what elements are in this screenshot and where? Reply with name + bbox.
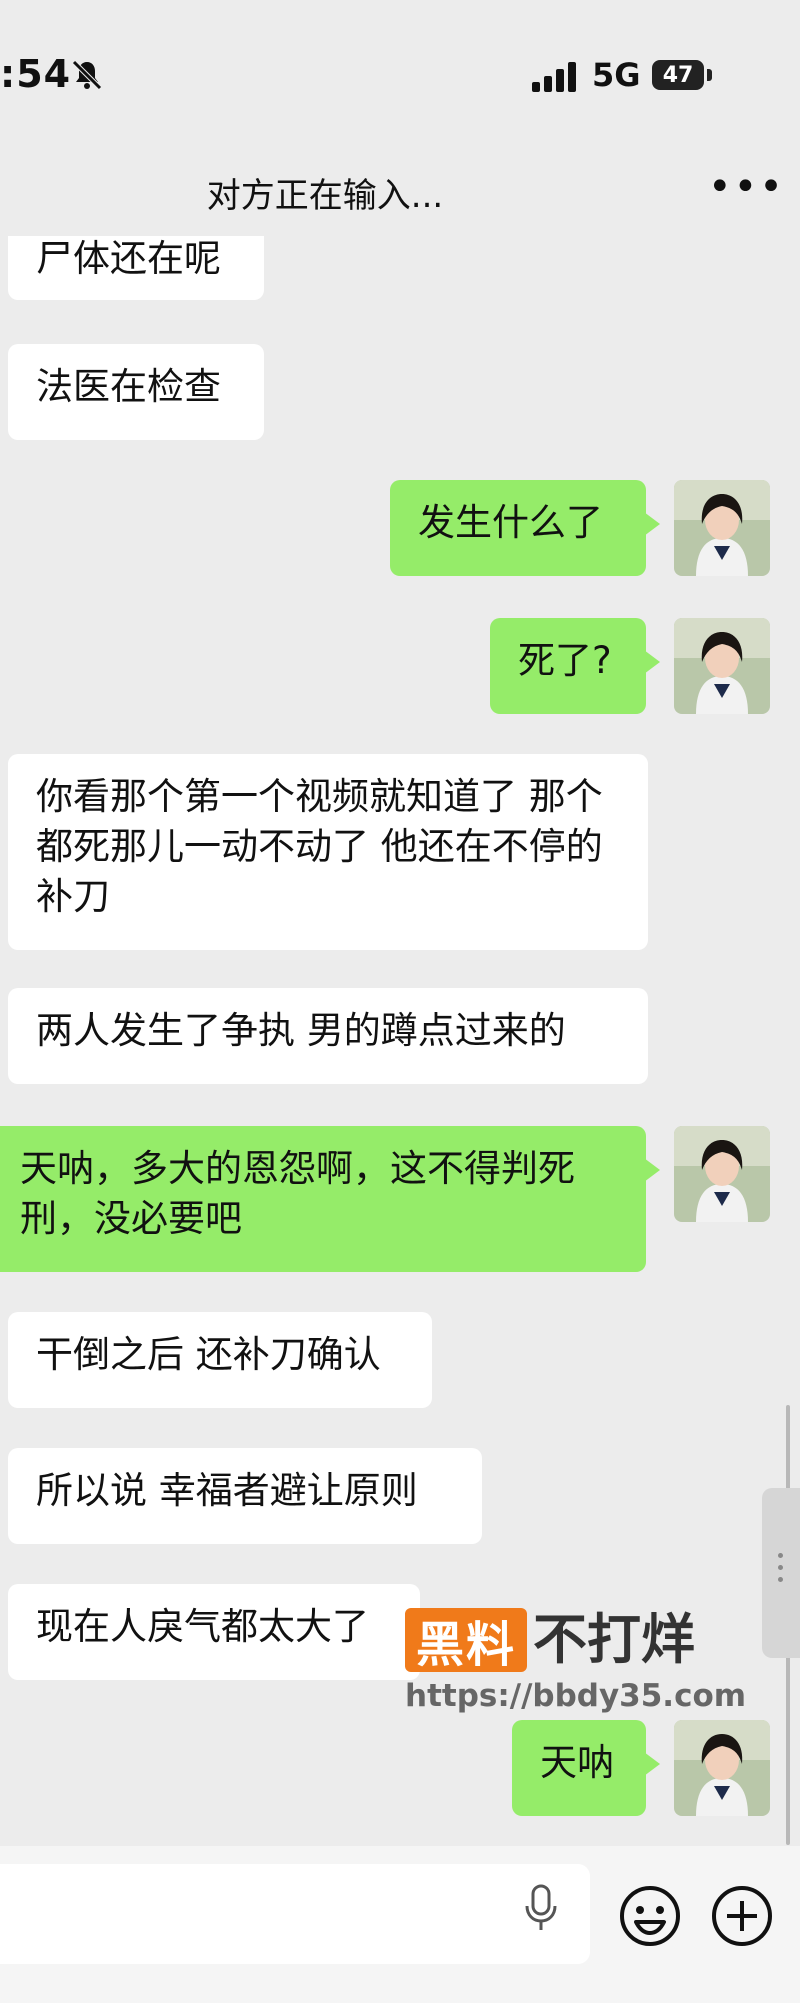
input-bar [0, 1846, 800, 2003]
message-incoming[interactable]: 你看那个第一个视频就知道了 那个都死那儿一动不动了 他还在不停的补刀 [8, 754, 648, 950]
battery-tip [707, 69, 712, 81]
watermark-url: https://bbdy35.com [405, 1678, 747, 1714]
chat-title: 对方正在输入... [206, 176, 444, 216]
message-incoming[interactable]: 法医在检查 [8, 344, 264, 440]
message-incoming[interactable]: 干倒之后 还补刀确认 [8, 1312, 432, 1408]
message-list[interactable]: 尸体还在呢 法医在检查 发生什么了 死了? 你看那个第一个视频就知道了 那个都死… [0, 236, 800, 1846]
plus-icon[interactable] [710, 1884, 774, 1948]
watermark-logo-text: 不打烊 [533, 1608, 695, 1671]
network-type: 5G [592, 56, 641, 94]
avatar[interactable] [674, 618, 770, 714]
message-incoming[interactable]: 尸体还在呢 [8, 236, 264, 300]
more-icon[interactable]: ••• [708, 164, 785, 210]
scroll-handle[interactable] [762, 1488, 800, 1658]
status-bar: :54 5G 47 [0, 0, 800, 150]
message-incoming[interactable]: 所以说 幸福者避让原则 [8, 1448, 482, 1544]
message-outgoing[interactable]: 天呐 [512, 1720, 660, 1816]
emoji-icon[interactable] [618, 1884, 682, 1948]
message-incoming[interactable]: 两人发生了争执 男的蹲点过来的 [8, 988, 648, 1084]
chat-header: 对方正在输入... ••• [0, 150, 800, 237]
avatar[interactable] [674, 480, 770, 576]
avatar[interactable] [674, 1720, 770, 1816]
mute-bell-icon [72, 60, 102, 90]
message-outgoing[interactable]: 天呐，多大的恩怨啊，这不得判死刑，没必要吧 [0, 1126, 660, 1272]
message-outgoing[interactable]: 发生什么了 [390, 480, 660, 576]
message-input[interactable] [0, 1864, 590, 1964]
avatar[interactable] [674, 1126, 770, 1222]
status-time: :54 [0, 52, 72, 96]
signal-icon [532, 62, 576, 92]
watermark-logo-box: 黑料 [405, 1608, 527, 1673]
microphone-icon[interactable] [520, 1882, 562, 1936]
battery-indicator: 47 [652, 60, 704, 90]
message-outgoing[interactable]: 死了? [490, 618, 660, 714]
message-incoming[interactable]: 现在人戾气都太大了 [8, 1584, 420, 1680]
